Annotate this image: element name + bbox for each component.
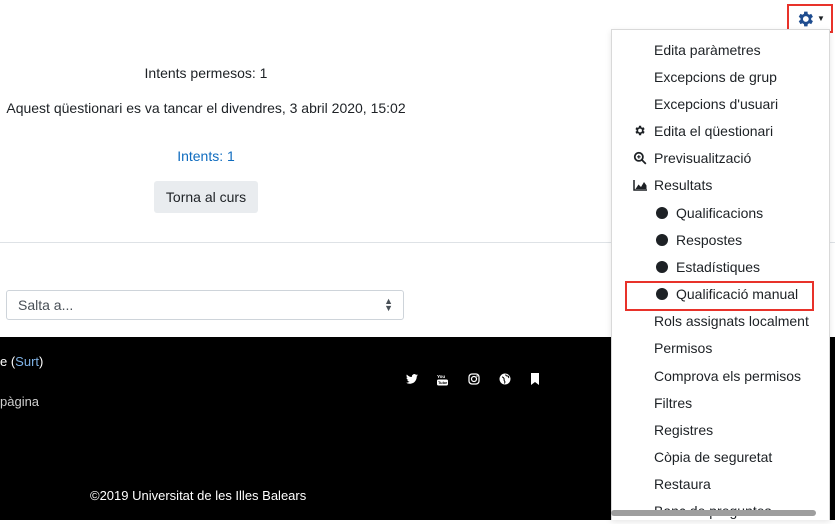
magnifier-icon bbox=[633, 151, 647, 165]
menu-item[interactable]: Filtres bbox=[612, 389, 829, 416]
gear-icon bbox=[798, 11, 813, 26]
menu-item-label: Previsualització bbox=[654, 149, 752, 166]
back-to-course-button[interactable]: Torna al curs bbox=[154, 181, 258, 213]
logout-link[interactable]: Surt bbox=[15, 354, 39, 369]
menu-item[interactable]: Còpia de seguretat bbox=[612, 443, 829, 470]
login-info: e (Surt) bbox=[0, 354, 43, 369]
menu-item-label: Edita el qüestionari bbox=[654, 122, 774, 139]
attempts-link[interactable]: Intents: 1 bbox=[177, 148, 235, 164]
bookmark-icon[interactable] bbox=[530, 372, 561, 386]
bullet-icon bbox=[656, 207, 668, 219]
bullet-icon bbox=[656, 288, 668, 300]
svg-text:Tube: Tube bbox=[438, 380, 448, 385]
menu-item[interactable]: Permisos bbox=[612, 334, 829, 361]
menu-item-label: Comprova els permisos bbox=[654, 367, 802, 384]
menu-item[interactable]: Resultats bbox=[612, 171, 829, 198]
bullet-icon bbox=[656, 234, 668, 246]
menu-item[interactable]: Excepcions d'usuari bbox=[612, 90, 829, 117]
jump-to-select-value: Salta a... bbox=[18, 297, 74, 313]
instagram-icon[interactable] bbox=[468, 372, 499, 386]
jump-to-select[interactable]: Salta a... ▲ ▼ bbox=[6, 290, 404, 320]
menu-item[interactable]: Rols assignats localment bbox=[612, 307, 829, 334]
globe-icon[interactable] bbox=[499, 372, 530, 386]
menu-item[interactable]: Qualificacions bbox=[612, 199, 829, 226]
menu-scrollbar[interactable] bbox=[611, 510, 816, 516]
settings-dropdown-menu: Edita paràmetres Excepcions de grup Excepc… bbox=[611, 29, 830, 520]
menu-item-label: Còpia de seguretat bbox=[654, 448, 773, 465]
menu-item[interactable]: Restaura bbox=[612, 470, 829, 497]
bullet-icon bbox=[656, 261, 668, 273]
menu-item-label: Qualificacions bbox=[676, 204, 764, 221]
menu-item[interactable]: Respostes bbox=[612, 226, 829, 253]
gear-icon bbox=[633, 124, 647, 138]
menu-item-label: Qualificació manual bbox=[676, 285, 799, 302]
youtube-icon[interactable]: You Tube bbox=[437, 372, 468, 386]
footer-copyright: ©2019 Universitat de les Illes Balears bbox=[90, 488, 307, 503]
quiz-closed-info: Aquest qüestionari es va tancar el diven… bbox=[6, 100, 406, 116]
menu-item-label: Excepcions de grup bbox=[654, 68, 777, 85]
menu-item-label: Registres bbox=[654, 421, 714, 438]
svg-text:You: You bbox=[437, 374, 445, 379]
menu-item[interactable]: Estadístiques bbox=[612, 253, 829, 280]
social-links: You Tube bbox=[406, 372, 561, 386]
menu-item-label: Permisos bbox=[654, 339, 713, 356]
select-arrows-icon: ▲ ▼ bbox=[384, 296, 393, 313]
menu-item-label: Estadístiques bbox=[676, 258, 761, 275]
menu-item[interactable]: Edita el qüestionari bbox=[612, 117, 829, 144]
menu-item[interactable]: Registres bbox=[612, 416, 829, 443]
menu-item-label: Respostes bbox=[676, 231, 743, 248]
menu-item-label: Resultats bbox=[654, 176, 713, 193]
menu-item[interactable]: Previsualització bbox=[612, 144, 829, 171]
chevron-down-icon: ▼ bbox=[817, 14, 825, 23]
menu-item-label: Filtres bbox=[654, 394, 693, 411]
menu-item-label: Excepcions d'usuari bbox=[654, 95, 779, 112]
menu-item[interactable]: Edita paràmetres bbox=[612, 36, 829, 63]
login-info-prefix: e ( bbox=[0, 354, 16, 369]
login-info-suffix: ) bbox=[39, 354, 44, 369]
attempts-allowed-text: Intents permesos: 1 bbox=[144, 65, 268, 81]
menu-item[interactable]: Qualificació manual bbox=[612, 280, 829, 307]
menu-item-label: Rols assignats localment bbox=[654, 312, 809, 329]
menu-item-label: Restaura bbox=[654, 475, 711, 492]
footer-page-text: pàgina bbox=[0, 394, 40, 409]
chart-icon bbox=[633, 178, 647, 192]
menu-item[interactable]: Excepcions de grup bbox=[612, 63, 829, 90]
menu-item[interactable]: Comprova els permisos bbox=[612, 362, 829, 389]
menu-item-label: Edita paràmetres bbox=[654, 41, 761, 58]
twitter-icon[interactable] bbox=[406, 372, 437, 386]
attempts-link-wrapper: Intents: 1 bbox=[0, 148, 412, 164]
